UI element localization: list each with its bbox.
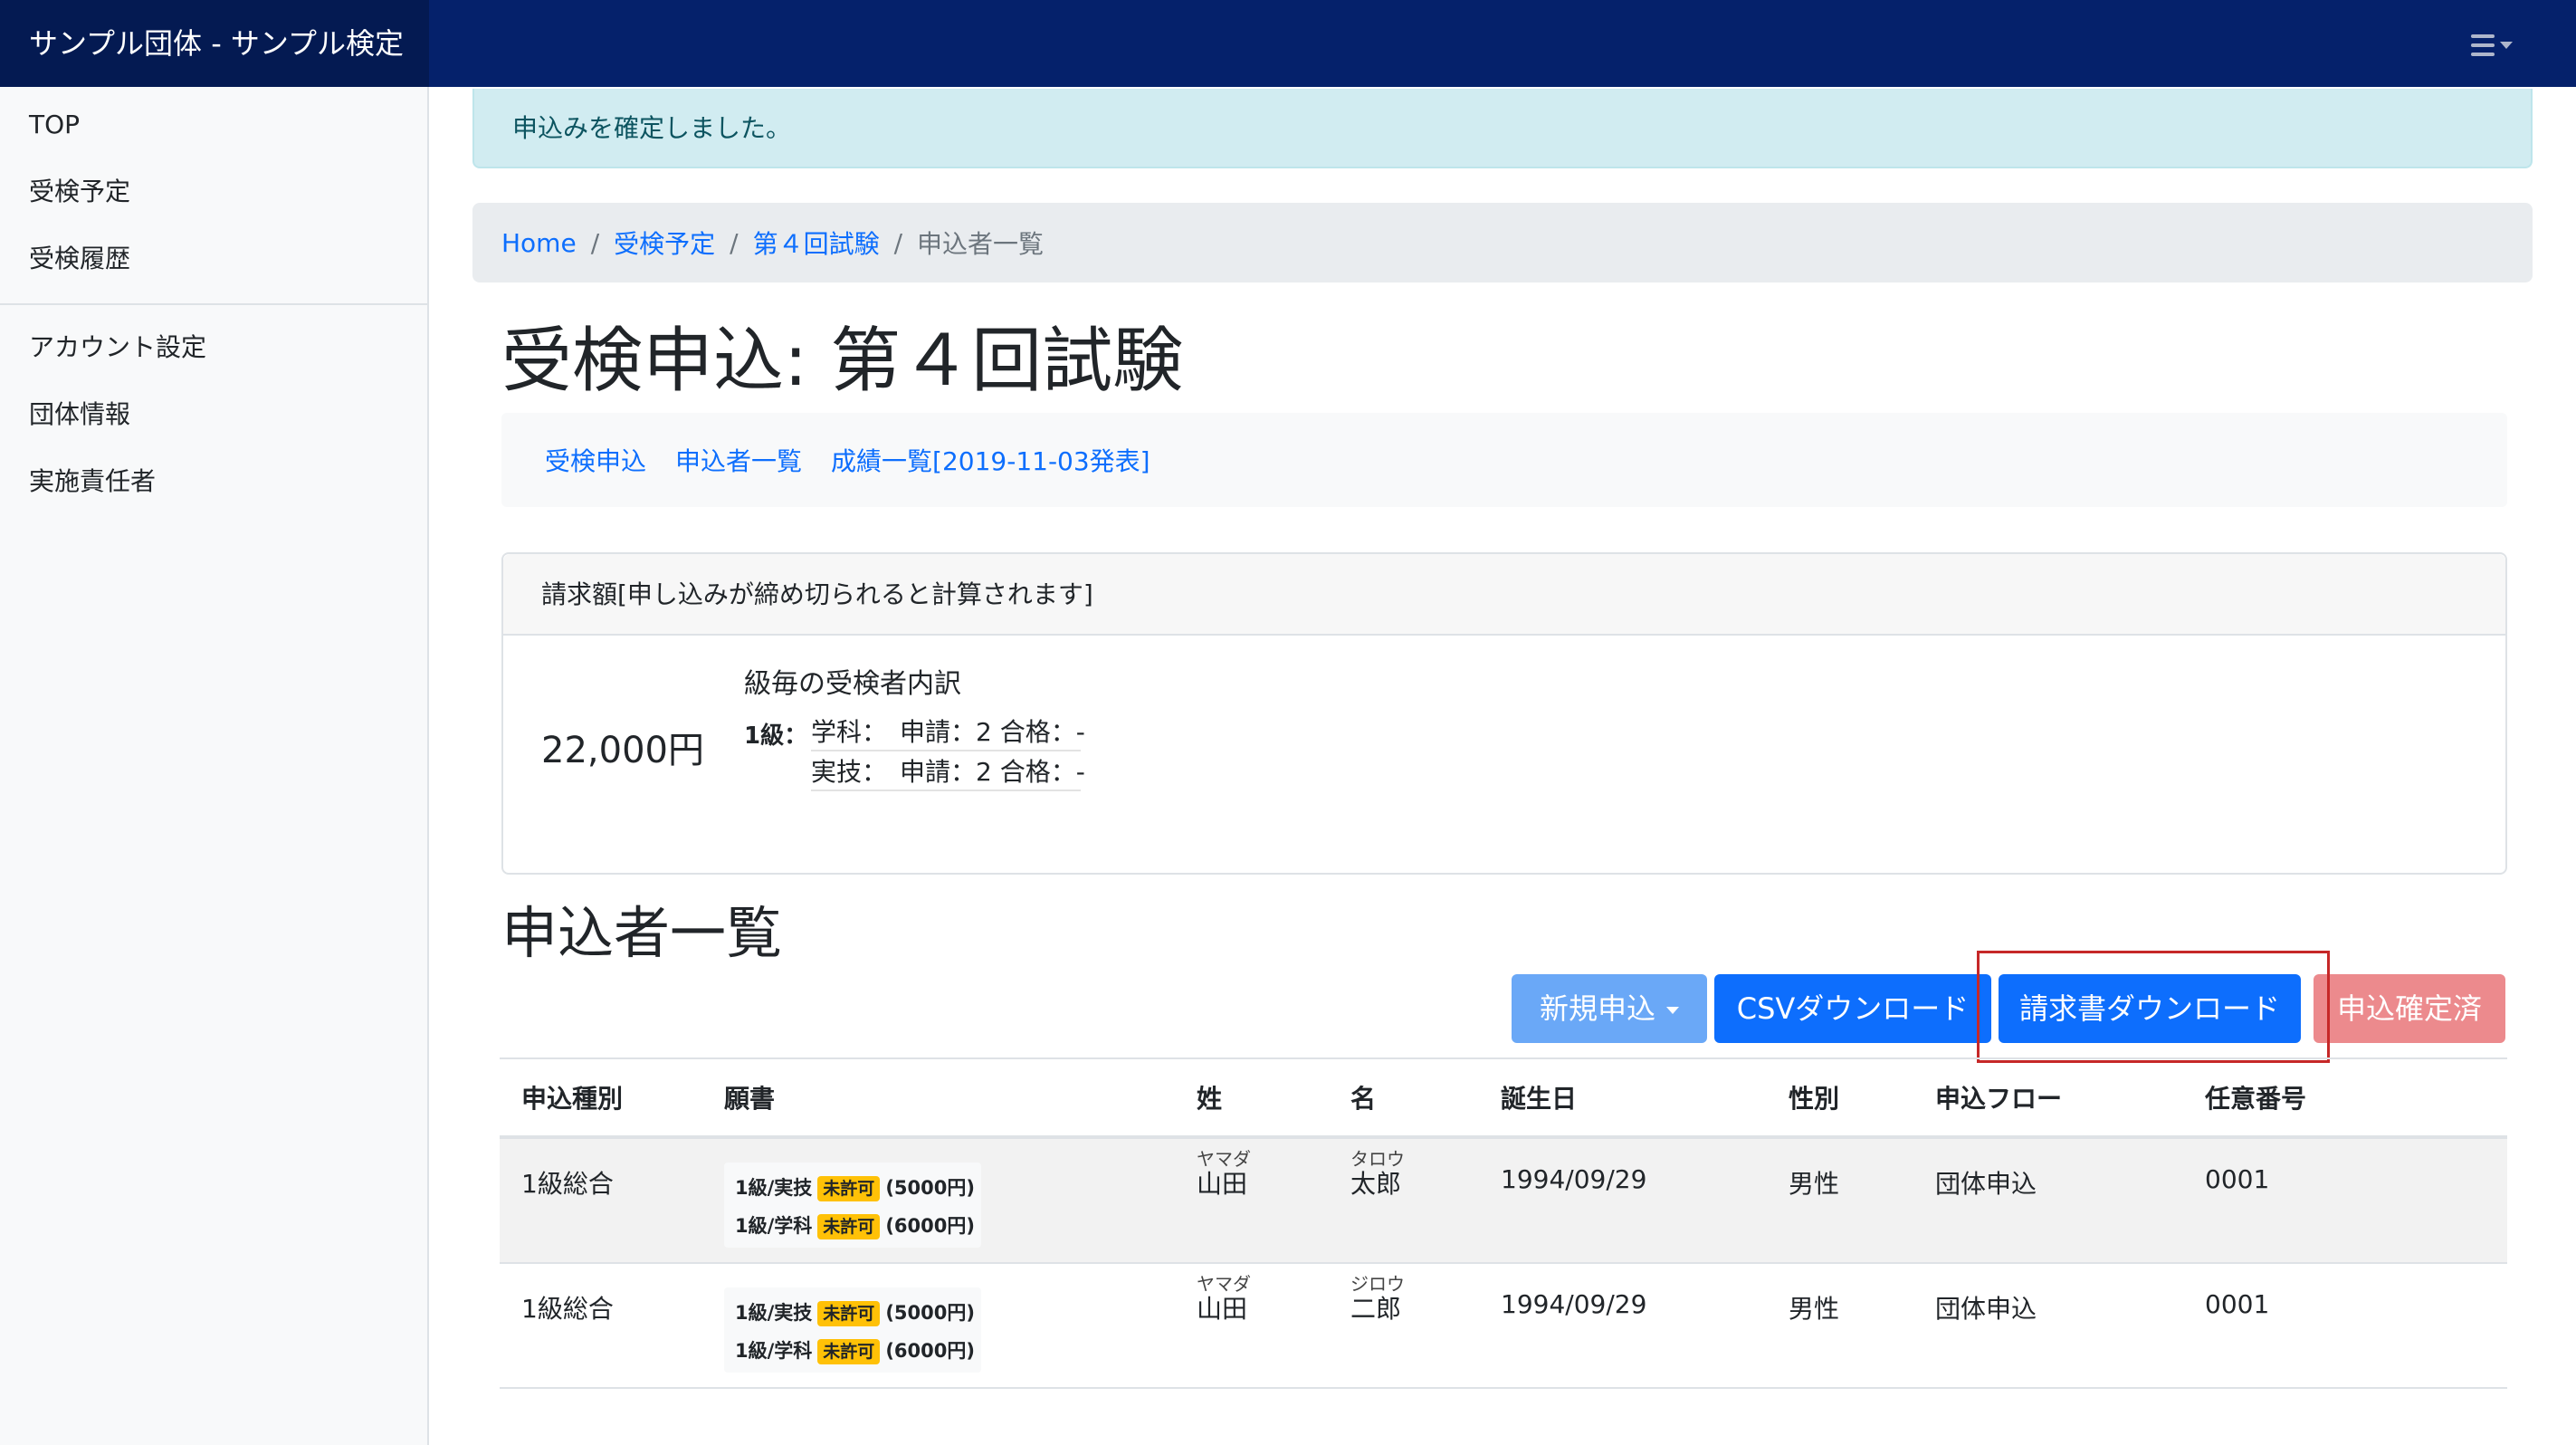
col-last-name: 姓 [1197, 1084, 1223, 1114]
cell-type: 1級総合 [521, 1294, 614, 1324]
status-badge: 未許可 [817, 1301, 881, 1326]
cell-type: 1級総合 [521, 1169, 614, 1199]
billing-card: 請求額[申し込みが締め切られると計算されます] 22,000円 級毎の受検者内訳… [501, 552, 2507, 875]
applicants-table: 申込種別 願書 姓 名 誕生日 性別 申込フロー 任意番号 1級総合 1級/実技… [500, 1057, 2507, 1389]
subnav-applicants[interactable]: 申込者一覧 [675, 442, 802, 478]
col-gender: 性別 [1789, 1084, 1840, 1114]
breadcrumb-scheduled[interactable]: 受検予定 [614, 225, 715, 261]
application-label: 1級/学科 [735, 1215, 813, 1237]
caret-down-icon [1666, 1007, 1679, 1014]
application-label: 1級/実技 [735, 1302, 813, 1324]
cell-flow: 団体申込 [1935, 1169, 2037, 1199]
cell-flow: 団体申込 [1935, 1294, 2037, 1324]
sidebar-item-history[interactable]: 受検履歴 [0, 225, 427, 292]
csv-download-button[interactable]: CSVダウンロード [1714, 974, 1991, 1043]
breadcrumb-exam[interactable]: 第４回試験 [753, 225, 880, 261]
application-label: 1級/学科 [735, 1340, 813, 1362]
cell-last-name: 山田 [1197, 1169, 1248, 1199]
application-label: 1級/実技 [735, 1177, 813, 1199]
cell-number: 0001 [2205, 1289, 2270, 1319]
application-item: 1級/学科 未許可 (6000円) [735, 1208, 975, 1244]
application-list: 1級/実技 未許可 (5000円) 1級/学科 未許可 (6000円) [724, 1287, 981, 1373]
sidebar-item-account[interactable]: アカウント設定 [0, 314, 427, 381]
col-birthday: 誕生日 [1501, 1084, 1578, 1114]
status-badge: 未許可 [817, 1176, 881, 1201]
cell-last-name: 山田 [1197, 1294, 1248, 1324]
cell-birthday: 1994/09/29 [1501, 1164, 1647, 1194]
brand-title[interactable]: サンプル団体 - サンプル検定 [0, 0, 429, 87]
top-navbar: サンプル団体 - サンプル検定 [0, 0, 2576, 87]
page-title: 受検申込: 第４回試験 [501, 321, 1184, 402]
cell-gender: 男性 [1789, 1169, 1840, 1199]
menu-toggle-button[interactable] [2471, 27, 2525, 63]
table-row: 1級総合 1級/実技 未許可 (5000円) 1級/学科 未許可 (6000円) ヤマダ… [500, 1264, 2507, 1389]
application-item: 1級/学科 未許可 (6000円) [735, 1333, 975, 1369]
main-content: 申込みを確定しました。 Home / 受検予定 / 第４回試験 / 申込者一覧 … [429, 87, 2576, 1445]
sidebar: TOP 受検予定 受検履歴 アカウント設定 団体情報 実施責任者 [0, 87, 429, 1445]
sidebar-item-organization[interactable]: 団体情報 [0, 381, 427, 448]
sidebar-item-scheduled[interactable]: 受検予定 [0, 158, 427, 225]
col-flow: 申込フロー [1935, 1084, 2063, 1114]
breakdown-row-written: 学科： 申請：2 合格：- [811, 713, 1085, 751]
col-application: 願書 [724, 1084, 776, 1114]
application-item: 1級/実技 未許可 (5000円) [735, 1295, 975, 1331]
breadcrumb: Home / 受検予定 / 第４回試験 / 申込者一覧 [472, 203, 2533, 282]
col-type: 申込種別 [521, 1084, 624, 1114]
status-badge: 未許可 [817, 1214, 881, 1239]
status-badge: 未許可 [817, 1339, 881, 1364]
new-application-label: 新規申込 [1539, 991, 1655, 1026]
subnav-apply[interactable]: 受検申込 [545, 442, 646, 478]
cell-birthday: 1994/09/29 [1501, 1289, 1647, 1319]
breadcrumb-separator: / [590, 227, 600, 258]
sidebar-item-supervisor[interactable]: 実施責任者 [0, 448, 427, 515]
cell-first-name: 太郎 [1350, 1169, 1402, 1199]
application-list: 1級/実技 未許可 (5000円) 1級/学科 未許可 (6000円) [724, 1163, 981, 1248]
cell-first-name: 二郎 [1350, 1294, 1402, 1324]
confirmed-button[interactable]: 申込確定済 [2314, 974, 2505, 1043]
breadcrumb-separator: / [730, 227, 739, 258]
sidebar-divider [0, 303, 427, 305]
col-first-name: 名 [1350, 1084, 1377, 1114]
breadcrumb-separator: / [893, 227, 903, 258]
breadcrumb-home[interactable]: Home [501, 228, 577, 258]
hamburger-icon [2471, 34, 2495, 56]
sidebar-item-top[interactable]: TOP [0, 91, 427, 158]
new-application-button[interactable]: 新規申込 [1512, 974, 1707, 1043]
table-header: 申込種別 願書 姓 名 誕生日 性別 申込フロー 任意番号 [500, 1057, 2507, 1139]
application-item: 1級/実技 未許可 (5000円) [735, 1170, 975, 1206]
applicants-title: 申込者一覧 [501, 900, 783, 966]
breakdown-row-practical: 実技： 申請：2 合格：- [811, 753, 1085, 791]
cell-gender: 男性 [1789, 1294, 1840, 1324]
application-price: (5000円) [885, 1302, 975, 1324]
breakdown-grade: 1級： [744, 722, 808, 750]
billing-amount: 22,000円 [541, 730, 704, 771]
breakdown-title: 級毎の受検者内訳 [744, 668, 961, 700]
breadcrumb-current: 申込者一覧 [917, 229, 1045, 259]
table-row: 1級総合 1級/実技 未許可 (5000円) 1級/学科 未許可 (6000円) ヤマダ… [500, 1139, 2507, 1264]
highlight-annotation [1977, 951, 2330, 1063]
col-number: 任意番号 [2205, 1084, 2307, 1114]
billing-card-header: 請求額[申し込みが締め切られると計算されます] [503, 554, 2505, 636]
success-alert: 申込みを確定しました。 [472, 89, 2533, 168]
cell-number: 0001 [2205, 1164, 2270, 1194]
application-price: (5000円) [885, 1177, 975, 1199]
application-price: (6000円) [885, 1340, 975, 1362]
exam-subnav: 受検申込 申込者一覧 成績一覧[2019-11-03発表] [501, 413, 2507, 507]
caret-down-icon [2500, 42, 2513, 49]
subnav-results[interactable]: 成績一覧[2019-11-03発表] [831, 442, 1150, 478]
application-price: (6000円) [885, 1215, 975, 1237]
